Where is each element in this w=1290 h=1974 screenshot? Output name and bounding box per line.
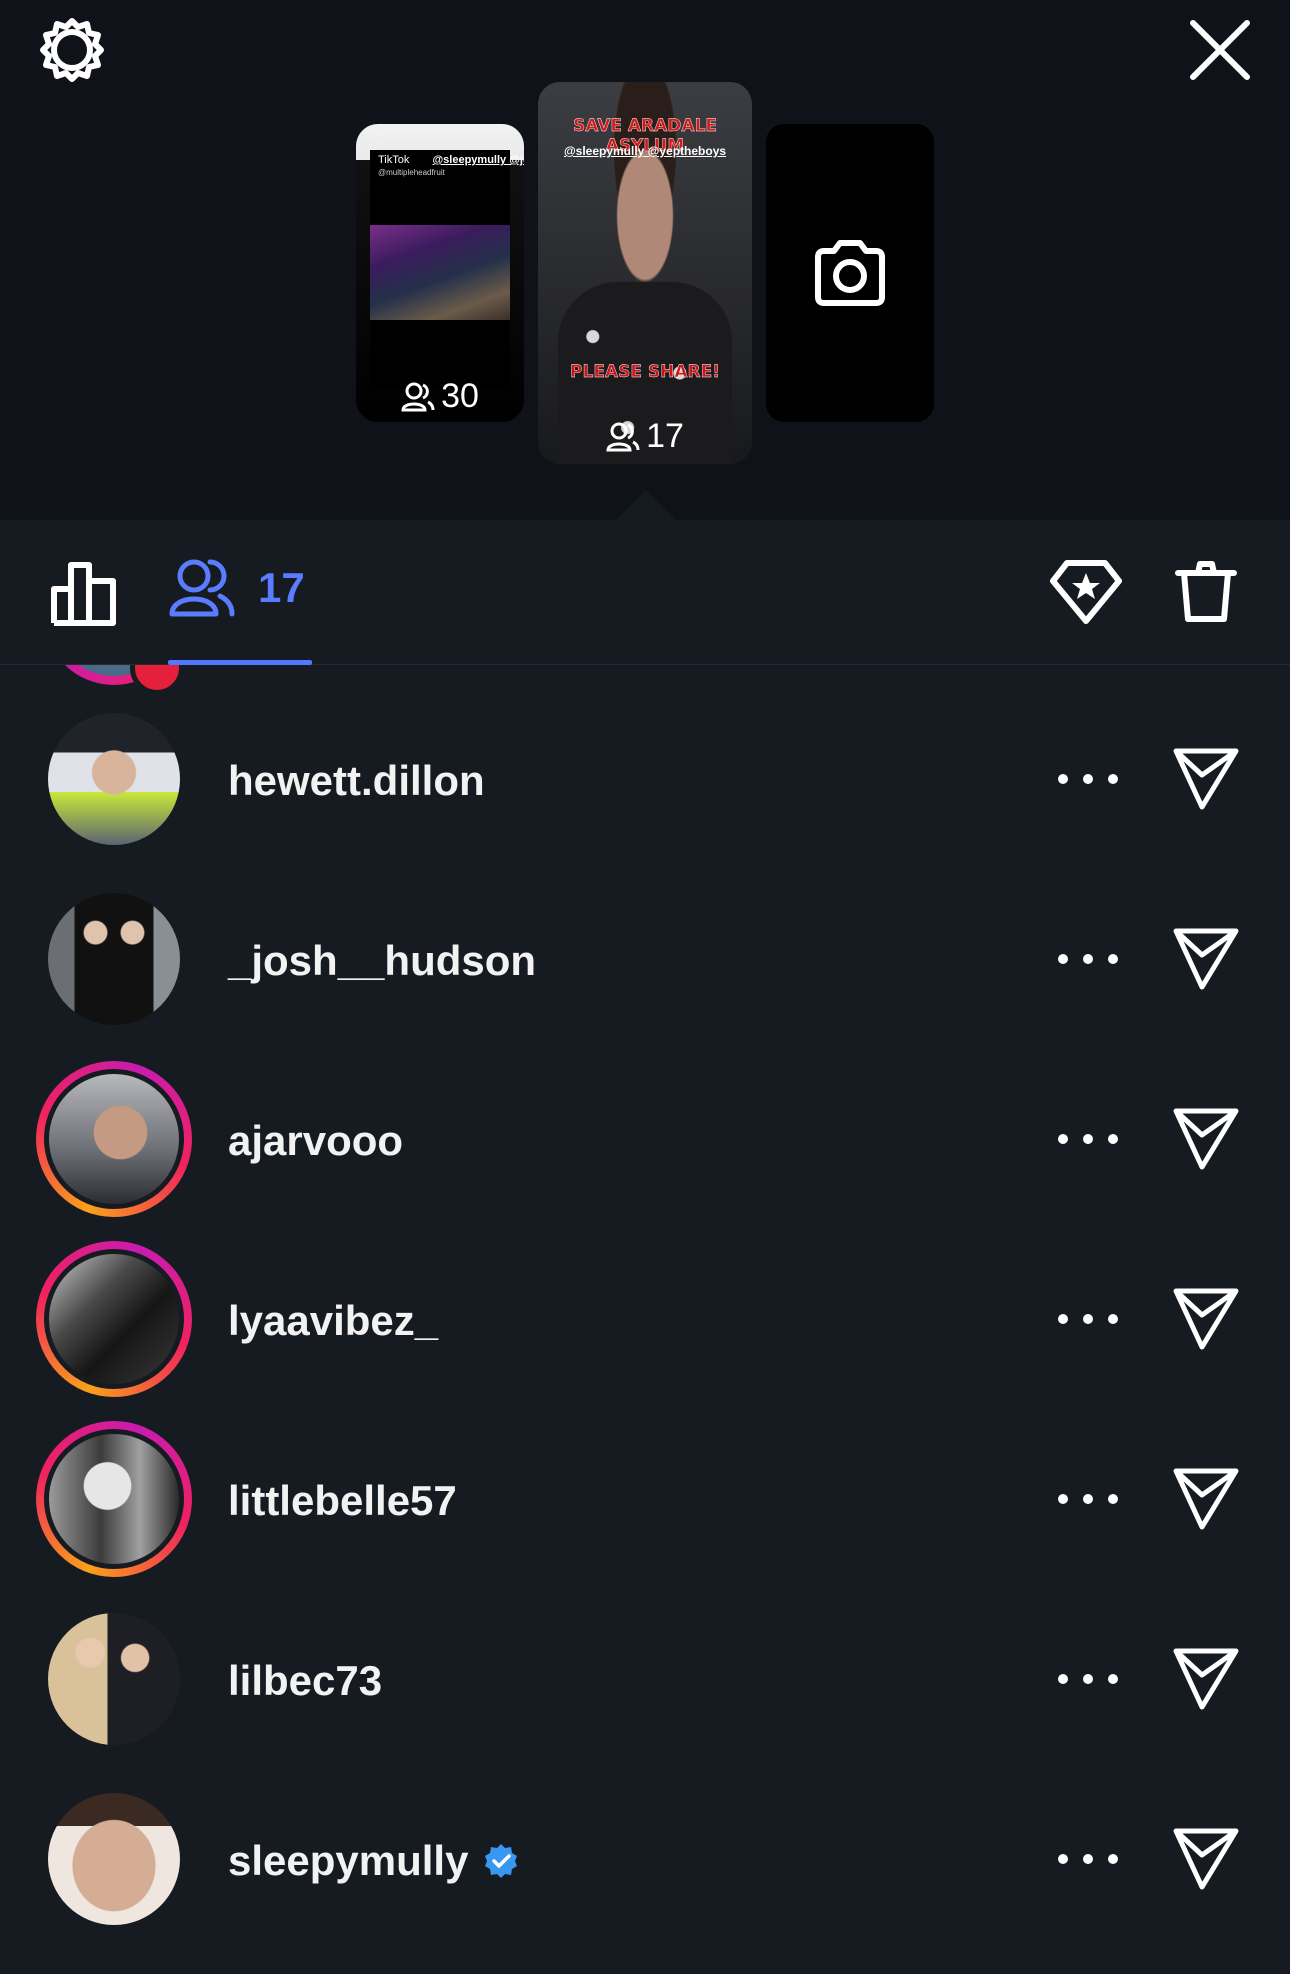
viewer-count: 17 bbox=[646, 417, 684, 455]
viewers-tab[interactable]: 17 bbox=[168, 556, 305, 620]
viewers-count: 17 bbox=[258, 564, 305, 611]
more-options-button[interactable] bbox=[1058, 1134, 1118, 1144]
username[interactable]: lilbec73 bbox=[228, 1657, 382, 1705]
list-item[interactable]: ajarvooo bbox=[0, 1061, 1290, 1241]
tiktok-sub-handle: @multipleheadfruit bbox=[378, 168, 445, 177]
viewer-count-badge: 17 bbox=[538, 417, 752, 456]
send-icon[interactable] bbox=[1172, 1645, 1240, 1713]
send-icon[interactable] bbox=[1172, 1285, 1240, 1353]
tiktok-handles: @sleepymully @joshdub bbox=[432, 154, 524, 166]
avatar-story-ring[interactable] bbox=[36, 1241, 192, 1397]
send-icon[interactable] bbox=[1172, 1105, 1240, 1173]
more-options-button[interactable] bbox=[1058, 1494, 1118, 1504]
story-preview-area: TikTok @sleepymully @joshdub @multiplehe… bbox=[0, 0, 1290, 520]
tiktok-brand: TikTok bbox=[378, 154, 410, 166]
viewers-icon bbox=[606, 422, 640, 451]
username[interactable]: lyaavibez_ bbox=[228, 1297, 438, 1345]
viewer-count-badge: 30 bbox=[356, 377, 524, 416]
add-story-button[interactable] bbox=[766, 124, 934, 422]
username[interactable]: hewett.dillon bbox=[228, 757, 485, 805]
list-item[interactable]: littlebelle57 bbox=[0, 1421, 1290, 1601]
list-item[interactable]: lyaavibez_ bbox=[0, 1241, 1290, 1421]
username[interactable]: ajarvooo bbox=[228, 1117, 403, 1165]
send-icon[interactable] bbox=[1172, 745, 1240, 813]
viewers-icon bbox=[401, 382, 435, 411]
more-options-button[interactable] bbox=[1058, 1674, 1118, 1684]
list-item[interactable]: sleepymully bbox=[0, 1781, 1290, 1961]
viewer-count: 30 bbox=[441, 377, 479, 415]
avatar-story-ring[interactable] bbox=[36, 1061, 192, 1217]
username[interactable]: _josh__hudson bbox=[228, 937, 536, 985]
list-item[interactable]: hewett.dillon bbox=[0, 701, 1290, 881]
tiktok-screen: TikTok @sleepymully @joshdub @multiplehe… bbox=[370, 150, 524, 390]
concert-image bbox=[370, 225, 510, 320]
camera-icon bbox=[815, 240, 885, 306]
avatar[interactable] bbox=[36, 701, 192, 857]
story-handles: @sleepymully @yeptheboys bbox=[563, 144, 727, 158]
avatar[interactable] bbox=[36, 1781, 192, 1937]
username[interactable]: sleepymully bbox=[228, 1837, 520, 1885]
username[interactable]: littlebelle57 bbox=[228, 1477, 457, 1525]
highlight-icon bbox=[1050, 560, 1122, 624]
story-tab-bar: 17 bbox=[0, 520, 1290, 665]
more-options-button[interactable] bbox=[1058, 774, 1118, 784]
list-item[interactable]: _josh__hudson bbox=[0, 881, 1290, 1061]
trash-icon bbox=[1175, 561, 1237, 622]
delete-button[interactable] bbox=[1168, 554, 1244, 630]
verified-badge-icon bbox=[485, 1844, 518, 1878]
selected-pointer bbox=[616, 490, 676, 520]
story-thumbnail-2[interactable]: SAVE ARADALE ASYLUM @sleepymully @yepthe… bbox=[538, 82, 752, 464]
like-badge bbox=[130, 665, 184, 695]
avatar-story-ring[interactable] bbox=[36, 1421, 192, 1577]
story-thumbnail-1[interactable]: TikTok @sleepymully @joshdub @multiplehe… bbox=[356, 124, 524, 422]
more-options-button[interactable] bbox=[1058, 1314, 1118, 1324]
avatar[interactable] bbox=[36, 881, 192, 1037]
viewer-list[interactable]: hewett.dillon _josh__hudson ajarvooo lya… bbox=[0, 665, 1290, 1974]
list-item[interactable]: lilbec73 bbox=[0, 1601, 1290, 1781]
send-icon[interactable] bbox=[1172, 1825, 1240, 1893]
people-icon bbox=[169, 559, 235, 617]
more-options-button[interactable] bbox=[1058, 954, 1118, 964]
more-options-button[interactable] bbox=[1058, 1854, 1118, 1864]
insights-tab[interactable] bbox=[46, 556, 122, 632]
avatar[interactable] bbox=[36, 1601, 192, 1757]
send-icon[interactable] bbox=[1172, 925, 1240, 993]
story-footer-text: PLEASE SHARE! bbox=[570, 362, 720, 382]
bar-chart-icon bbox=[51, 562, 116, 626]
highlight-button[interactable] bbox=[1048, 554, 1124, 630]
send-icon[interactable] bbox=[1172, 1465, 1240, 1533]
